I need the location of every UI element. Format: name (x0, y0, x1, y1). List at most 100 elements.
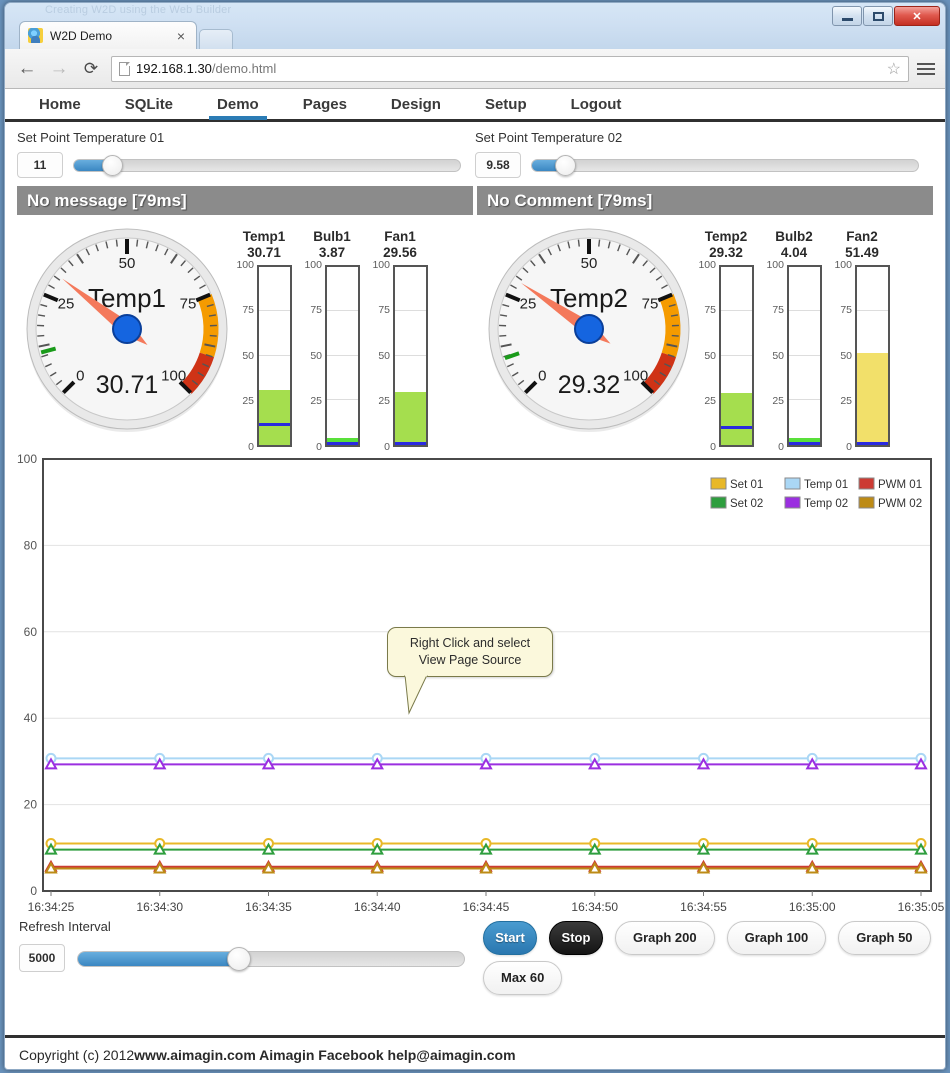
svg-text:50: 50 (119, 255, 136, 272)
bar-gauge: Bulb2 4.04 100 75 50 25 0 (763, 229, 825, 453)
svg-text:40: 40 (24, 711, 38, 725)
nav-item-pages[interactable]: Pages (281, 96, 369, 119)
back-icon[interactable]: ← (15, 57, 39, 81)
bar-gauge: Temp2 29.32 100 75 50 25 0 (695, 229, 757, 453)
nav-item-design[interactable]: Design (369, 96, 463, 119)
graph-100-button[interactable]: Graph 100 (726, 920, 827, 955)
setpoint-01: Set Point Temperature 01 11 (17, 130, 475, 178)
svg-text:Temp 02: Temp 02 (804, 498, 848, 510)
bar-gauge-marker (395, 441, 426, 445)
bar-gauge-marker (789, 441, 820, 445)
svg-text:0: 0 (30, 884, 37, 898)
svg-text:25: 25 (58, 296, 75, 313)
svg-text:16:34:35: 16:34:35 (245, 900, 292, 913)
nav-item-logout[interactable]: Logout (549, 96, 644, 119)
svg-text:80: 80 (24, 538, 38, 552)
bar-gauge-tube (719, 264, 754, 447)
bar-gauges-02: Temp2 29.32 100 75 50 25 0 Bulb2 4.04 100 75 50 25 0 F… (695, 221, 893, 453)
svg-text:16:34:30: 16:34:30 (136, 900, 183, 913)
message-bar-01: No message [79ms] (17, 186, 473, 215)
new-tab-button[interactable] (199, 29, 233, 49)
svg-text:100: 100 (161, 368, 186, 385)
site-navigation: Home SQLite Demo Pages Design Setup Logo… (5, 89, 945, 122)
tab-title: W2D Demo (50, 28, 113, 43)
setpoint-02-slider[interactable] (531, 154, 919, 176)
setpoint-01-slider[interactable] (73, 154, 461, 176)
page-footer: Copyright (c) 2012 www.aimagin.com Aimag… (5, 1035, 945, 1069)
nav-item-demo[interactable]: Demo (195, 96, 281, 120)
bar-gauge-tube (787, 264, 822, 447)
callout-tail (404, 673, 428, 715)
browser-tab[interactable]: W2D Demo × (19, 21, 197, 49)
setpoint-01-value[interactable]: 11 (17, 152, 63, 178)
start-button[interactable]: Start (483, 920, 537, 955)
window-ghost-title: Creating W2D using the Web Builder (45, 4, 232, 16)
message-bar-02: No Comment [79ms] (477, 186, 933, 215)
svg-text:16:35:00: 16:35:00 (789, 900, 836, 913)
tab-close-icon[interactable]: × (174, 28, 188, 44)
bar-gauge-marker (721, 425, 752, 429)
svg-text:75: 75 (642, 296, 659, 313)
bar-gauge: Temp1 30.71 100 75 50 25 0 (233, 229, 295, 453)
nav-item-sqlite[interactable]: SQLite (103, 96, 195, 119)
bar-gauge-fill (721, 392, 752, 445)
nav-item-home[interactable]: Home (17, 96, 103, 119)
bookmark-star-icon[interactable]: ☆ (887, 59, 901, 79)
bar-gauge-title: Temp2 (704, 229, 748, 244)
nav-item-setup[interactable]: Setup (463, 96, 549, 119)
bar-gauge-tube (257, 264, 292, 447)
svg-text:Temp 01: Temp 01 (804, 479, 848, 491)
minimize-button[interactable] (832, 6, 862, 26)
control-buttons-row1: Start Stop Graph 200 Graph 100 Graph 50 (483, 920, 931, 955)
svg-text:75: 75 (180, 296, 197, 313)
bar-gauge-scale: 100 75 50 25 0 (766, 258, 784, 453)
svg-text:100: 100 (17, 452, 37, 466)
graph-200-button[interactable]: Graph 200 (615, 920, 715, 955)
refresh-interval-value[interactable]: 5000 (19, 943, 65, 972)
svg-text:16:34:50: 16:34:50 (571, 900, 618, 913)
tab-strip: W2D Demo × (19, 21, 233, 49)
setpoint-02-label: Set Point Temperature 02 (475, 130, 623, 145)
page-source-callout: Right Click and select View Page Source (387, 627, 553, 720)
forward-icon[interactable]: → (47, 57, 71, 81)
refresh-interval-slider[interactable] (77, 946, 465, 971)
url-path: /demo.html (211, 61, 277, 76)
setpoint-02-value[interactable]: 9.58 (475, 152, 521, 178)
bar-gauge-tube (855, 264, 890, 447)
bar-gauge-tube (393, 264, 428, 447)
svg-text:16:35:05: 16:35:05 (898, 900, 945, 913)
maximize-button[interactable] (863, 6, 893, 26)
bar-gauge: Fan2 51.49 100 75 50 25 0 (831, 229, 893, 453)
gauge-panel-01: 0 25 50 75 100 Temp1 30.71 Temp1 30.71 100 75 50 25… (13, 221, 475, 453)
gauge-section: 0 25 50 75 100 Temp1 30.71 Temp1 30.71 100 75 50 25… (5, 215, 945, 453)
svg-text:0: 0 (76, 368, 84, 385)
footer-links: www.aimagin.com Aimagin Facebook help@ai… (134, 1046, 516, 1063)
bar-gauge-fill (395, 392, 426, 445)
svg-text:30.71: 30.71 (96, 371, 159, 399)
reload-icon[interactable]: ⟳ (79, 57, 103, 81)
setpoint-02: Set Point Temperature 02 9.58 (475, 130, 933, 178)
menu-icon[interactable] (917, 62, 935, 75)
browser-window: Creating W2D using the Web Builder ✕ W2D… (4, 2, 946, 1070)
svg-text:29.32: 29.32 (558, 371, 621, 399)
callout-line-2: View Page Source (418, 652, 522, 667)
bar-gauge-title: Fan2 (846, 229, 878, 244)
url-host: 192.168.1.30 (136, 61, 212, 76)
dial-gauge-temp2: 0 25 50 75 100 Temp2 29.32 (483, 221, 695, 433)
control-buttons-row2: Max 60 (483, 960, 563, 995)
bar-gauge-title: Temp1 (242, 229, 286, 244)
bottom-controls: Refresh Interval 5000 Start Stop Graph 2… (5, 913, 945, 1005)
stop-button[interactable]: Stop (549, 920, 603, 955)
svg-text:PWM 02: PWM 02 (878, 498, 922, 510)
close-button[interactable]: ✕ (894, 6, 940, 26)
max-60-button[interactable]: Max 60 (483, 960, 563, 995)
url-text: 192.168.1.30/demo.html (136, 61, 276, 76)
svg-text:50: 50 (581, 255, 598, 272)
footer-prefix: Copyright (c) 2012 (19, 1046, 135, 1063)
browser-toolbar: ← → ⟳ 192.168.1.30/demo.html ☆ (5, 49, 945, 89)
setpoint-section: Set Point Temperature 01 11 Set Point Te… (5, 122, 945, 178)
bar-gauge-scale: 100 75 50 25 0 (834, 258, 852, 453)
graph-50-button[interactable]: Graph 50 (838, 920, 931, 955)
bar-gauge-marker (327, 441, 358, 445)
address-bar[interactable]: 192.168.1.30/demo.html ☆ (111, 55, 909, 82)
